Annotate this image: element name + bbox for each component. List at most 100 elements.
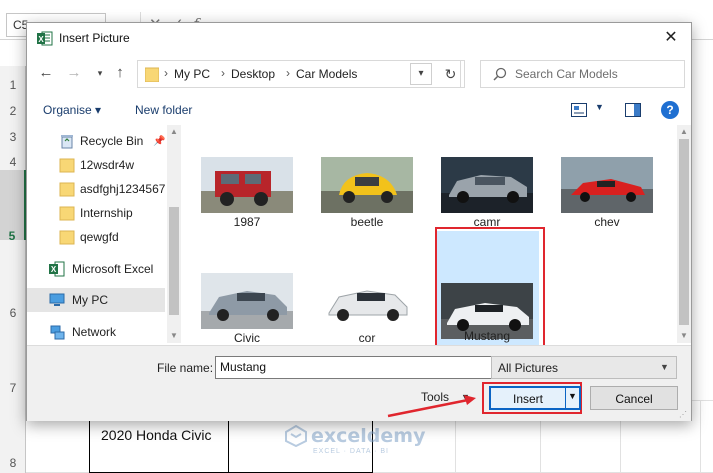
address-bar[interactable]: › My PC › Desktop › Car Models ▾ bbox=[137, 60, 461, 88]
view-options-chevron-icon[interactable]: ▼ bbox=[595, 102, 604, 112]
breadcrumb-car-models[interactable]: Car Models bbox=[296, 67, 357, 81]
insert-button-label: Insert bbox=[512, 392, 543, 406]
scrollbar-thumb[interactable] bbox=[679, 139, 689, 325]
nav-item-recycle-bin[interactable]: Recycle Bin 📌 bbox=[27, 129, 165, 153]
insert-options-chevron-icon[interactable]: ▼ bbox=[568, 391, 577, 401]
close-button[interactable]: ✕ bbox=[657, 27, 685, 49]
search-icon bbox=[493, 67, 507, 81]
file-name-input[interactable]: Mustang bbox=[215, 356, 501, 379]
file-type-value: All Pictures bbox=[498, 361, 559, 375]
network-icon bbox=[50, 325, 65, 340]
annotation-arrow-icon bbox=[387, 395, 476, 418]
dialog-title: Insert Picture bbox=[59, 31, 130, 45]
split-divider bbox=[565, 388, 566, 408]
view-options-icon[interactable] bbox=[571, 103, 587, 117]
watermark-name: exceldemy bbox=[311, 425, 426, 447]
file-item-1987[interactable]: 1987 bbox=[191, 143, 303, 239]
file-name-label: File name: bbox=[157, 361, 214, 375]
organise-button[interactable]: Organise ▾ bbox=[43, 103, 101, 117]
cancel-button-label: Cancel bbox=[615, 392, 653, 406]
row-header[interactable]: 4 bbox=[0, 155, 26, 169]
forward-arrow-icon[interactable]: → bbox=[63, 62, 85, 84]
mustang-highlight-box bbox=[435, 227, 545, 347]
resize-grip-icon[interactable]: ⋰ bbox=[679, 410, 687, 419]
row-header[interactable]: 3 bbox=[0, 130, 26, 144]
nav-item-my-pc[interactable]: My PC bbox=[27, 288, 165, 312]
cell-text[interactable]: 2020 Honda Civic bbox=[101, 427, 212, 443]
file-item-name: chev bbox=[594, 215, 620, 229]
breadcrumb-separator-icon: › bbox=[221, 66, 225, 80]
recent-locations-chevron-icon[interactable]: ▾ bbox=[89, 62, 111, 84]
dialog-footer: File name: Mustang All Pictures ▼ Tools … bbox=[27, 345, 691, 421]
refresh-icon[interactable]: ↻ bbox=[437, 60, 465, 88]
file-item-civic[interactable]: Civic bbox=[191, 259, 303, 355]
row-header[interactable]: 6 bbox=[0, 306, 26, 320]
row-header[interactable]: 2 bbox=[0, 104, 26, 118]
chevron-down-icon: ▼ bbox=[660, 362, 669, 372]
file-list-scrollbar[interactable]: ▲ ▼ bbox=[677, 125, 691, 343]
nav-item-label: Network bbox=[72, 325, 117, 339]
file-item-camr[interactable]: camr bbox=[431, 143, 543, 239]
scroll-down-icon[interactable]: ▼ bbox=[677, 329, 691, 343]
file-item-name: beetle bbox=[350, 215, 384, 229]
file-item-beetle[interactable]: beetle bbox=[311, 143, 423, 239]
svg-text:X: X bbox=[38, 35, 44, 44]
row-headers: 1 2 3 4 5 6 7 8 bbox=[0, 66, 26, 473]
up-arrow-icon[interactable]: ↑ bbox=[109, 62, 131, 84]
nav-item-network[interactable]: Network bbox=[27, 320, 165, 344]
preview-pane-icon[interactable] bbox=[625, 103, 641, 117]
scroll-up-icon[interactable]: ▲ bbox=[167, 125, 181, 139]
nav-item-label: 12wsdr4w bbox=[80, 158, 135, 172]
scrollbar-thumb[interactable] bbox=[169, 207, 179, 315]
file-item-cor[interactable]: cor bbox=[311, 259, 423, 355]
thumbnail-jeep bbox=[201, 157, 293, 213]
thumbnail-corvette bbox=[561, 157, 653, 213]
navigation-pane: Recycle Bin 📌 12wsdr4w asdfghj1234567 In… bbox=[27, 125, 181, 345]
nav-item-label: Microsoft Excel bbox=[72, 262, 154, 276]
help-icon[interactable]: ? bbox=[661, 101, 679, 119]
folder-icon bbox=[145, 67, 159, 82]
nav-item-microsoft-excel[interactable]: X Microsoft Excel bbox=[27, 257, 165, 281]
address-dropdown-chevron-icon[interactable]: ▾ bbox=[410, 63, 432, 85]
thumbnail-camry bbox=[441, 157, 533, 213]
folder-icon bbox=[59, 182, 75, 197]
insert-button[interactable]: Insert ▼ bbox=[489, 386, 581, 410]
back-arrow-icon[interactable]: ← bbox=[35, 62, 57, 84]
cancel-button[interactable]: Cancel bbox=[590, 386, 678, 410]
scroll-up-icon[interactable]: ▲ bbox=[677, 125, 691, 139]
breadcrumb-my-pc[interactable]: My PC bbox=[174, 67, 210, 81]
folder-icon bbox=[59, 206, 75, 221]
nav-item-qewgfd[interactable]: qewgfd bbox=[27, 225, 165, 249]
watermark: exceldemy EXCEL · DATA · BI bbox=[285, 423, 435, 459]
nav-item-asdfghj1234567[interactable]: asdfghj1234567 bbox=[27, 177, 165, 201]
file-item-name: Civic bbox=[234, 331, 260, 345]
search-box[interactable] bbox=[480, 60, 685, 88]
file-item-name: 1987 bbox=[233, 215, 261, 229]
nav-pane-scrollbar[interactable]: ▲ ▼ bbox=[167, 125, 181, 343]
row-header[interactable]: 7 bbox=[0, 381, 26, 395]
toolbar: Organise ▾ New folder ▼ ? bbox=[27, 95, 691, 125]
nav-item-12wsdr4w[interactable]: 12wsdr4w bbox=[27, 153, 165, 177]
breadcrumb-desktop[interactable]: Desktop bbox=[231, 67, 275, 81]
pc-icon bbox=[49, 293, 65, 306]
excel-icon: X bbox=[49, 261, 65, 277]
nav-item-label: qewgfd bbox=[80, 230, 119, 244]
row-header[interactable]: 8 bbox=[0, 456, 26, 470]
file-type-select[interactable]: All Pictures ▼ bbox=[491, 356, 677, 379]
new-folder-button[interactable]: New folder bbox=[135, 103, 192, 117]
nav-item-label: asdfghj1234567 bbox=[80, 182, 166, 196]
file-item-chev[interactable]: chev bbox=[551, 143, 663, 239]
scroll-down-icon[interactable]: ▼ bbox=[167, 329, 181, 343]
thumbnail-beetle bbox=[321, 157, 413, 213]
file-item-name: cor bbox=[358, 331, 376, 345]
nav-item-internship[interactable]: Internship bbox=[27, 201, 165, 225]
folder-icon bbox=[59, 158, 75, 173]
breadcrumb-separator-icon: › bbox=[164, 66, 168, 80]
pin-icon[interactable]: 📌 bbox=[153, 136, 165, 147]
row-header[interactable]: 1 bbox=[0, 78, 26, 92]
row-header-selected[interactable]: 5 bbox=[0, 170, 26, 243]
nav-item-label: Internship bbox=[80, 206, 133, 220]
thumbnail-civic bbox=[201, 273, 293, 329]
excel-icon: X bbox=[37, 31, 53, 46]
search-input[interactable] bbox=[515, 65, 680, 83]
